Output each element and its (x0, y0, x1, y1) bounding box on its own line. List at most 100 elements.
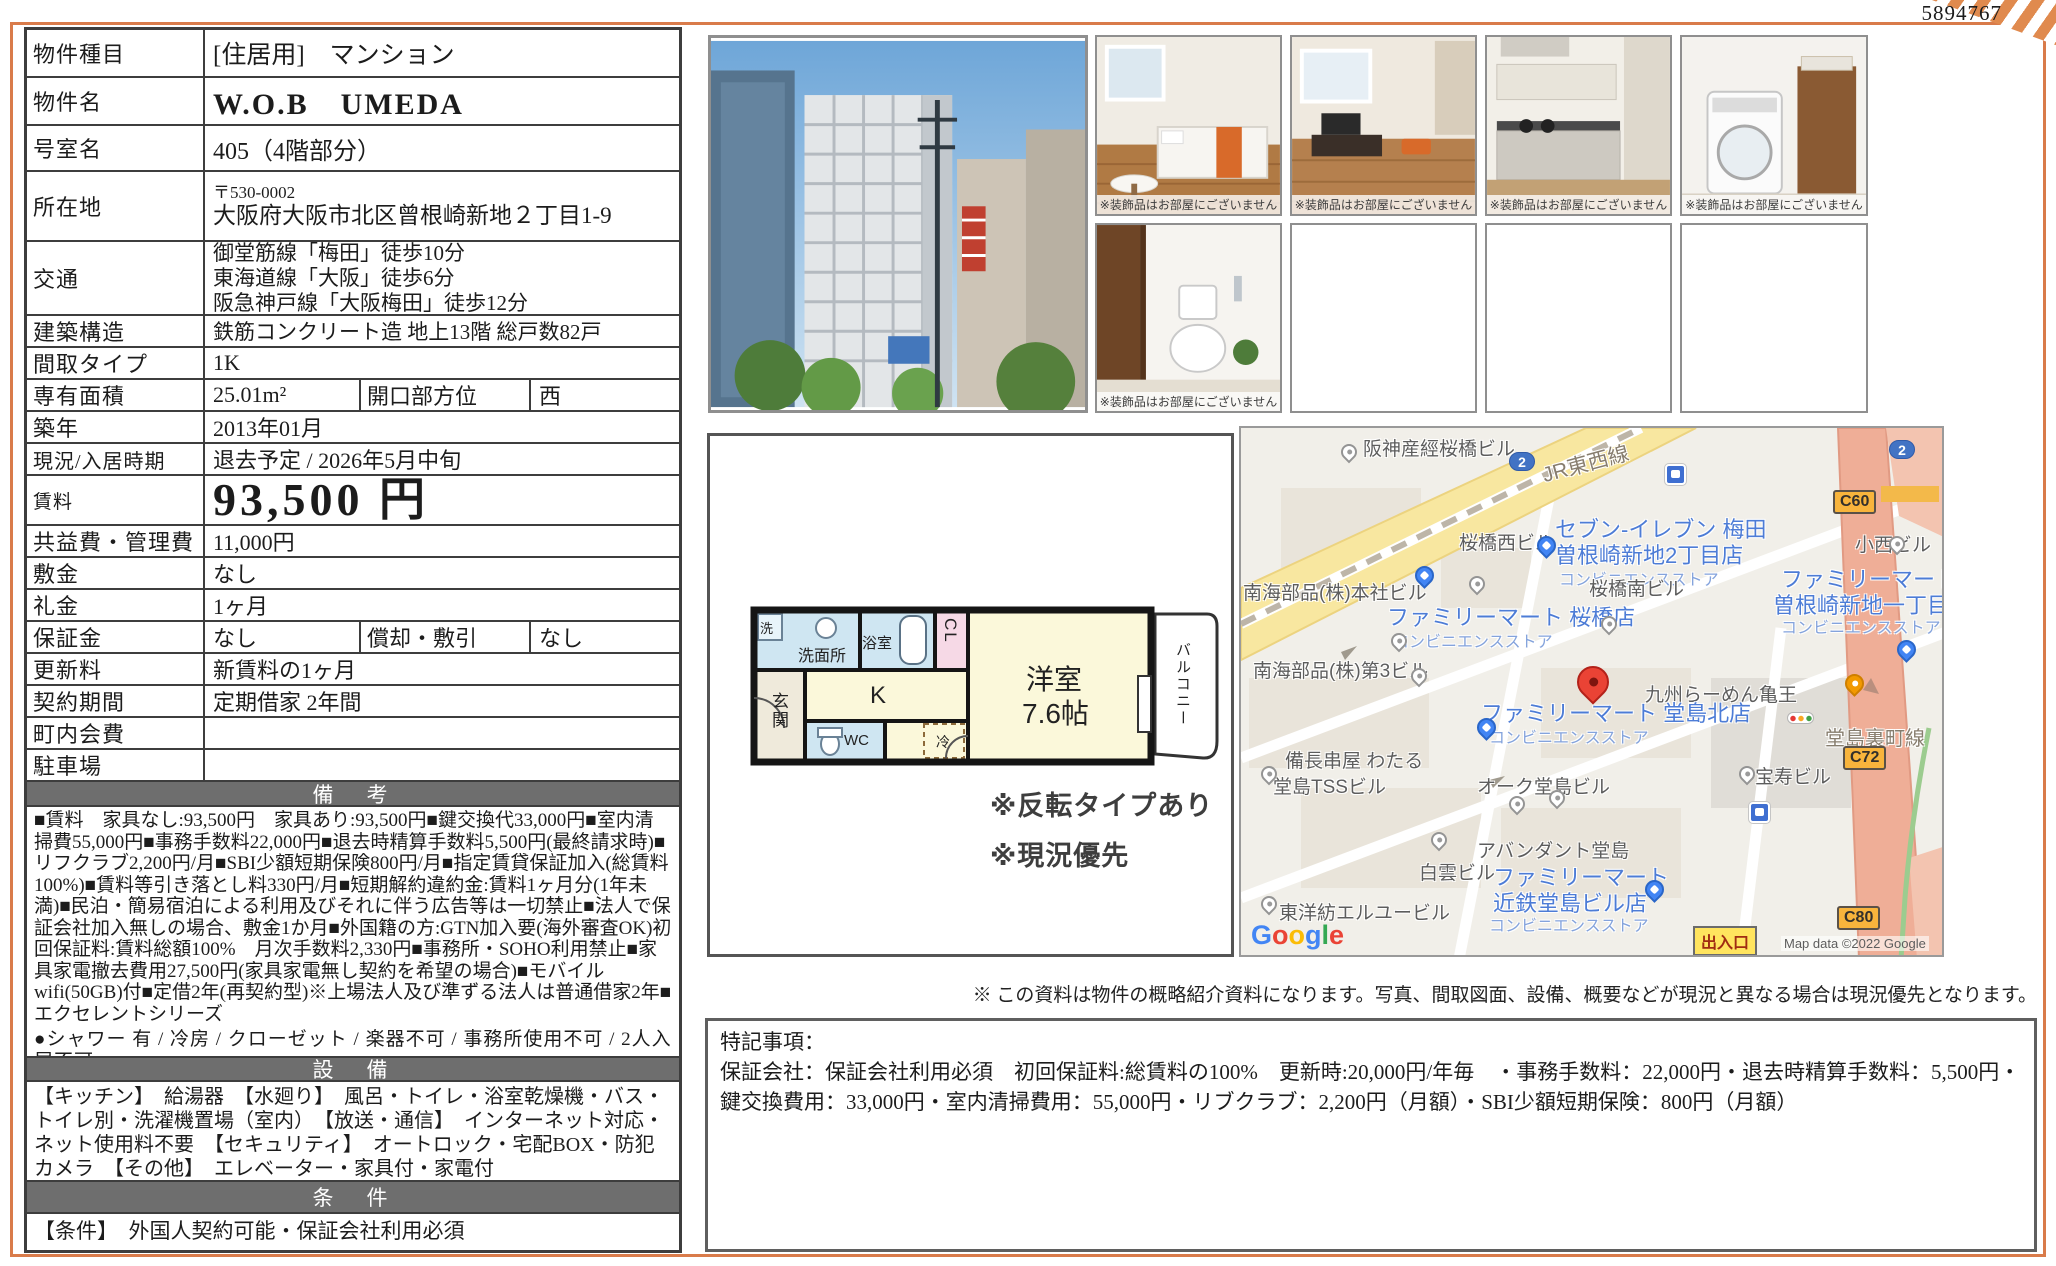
row-label: 物件名 (27, 78, 205, 124)
map-label: 阪神産經桜橋ビル (1363, 434, 1515, 461)
google-letter: o (1272, 920, 1289, 950)
map-pin-traffic-icon[interactable] (1787, 712, 1814, 724)
table-row: 号室名 405（4階部分） (27, 126, 679, 172)
transit-line: 御堂筋線「梅田」徒歩10分 (213, 241, 465, 266)
map-pin-gray-icon[interactable] (1466, 573, 1489, 596)
map-pin-gray-icon[interactable] (1428, 829, 1451, 852)
table-row: 契約期間 定期借家 2年間 (27, 686, 679, 718)
floorplan-note-reversed: ※反転タイプあり (990, 784, 1213, 823)
table-row: 保証金 なし 償却・敷引 なし (27, 622, 679, 654)
row-label: 交通 (27, 242, 205, 314)
row-label: 駐車場 (27, 750, 205, 780)
map-pin-station-icon[interactable] (1749, 802, 1770, 823)
map-label: アバンダント堂島 (1477, 836, 1629, 863)
transit-line: 阪急神戸線「大阪梅田」徒歩12分 (213, 291, 528, 316)
equipment-header: 設 備 (27, 1058, 679, 1082)
table-row: 交通 御堂筋線「梅田」徒歩10分 東海道線「大阪」徒歩6分 阪急神戸線「大阪梅田… (27, 242, 679, 316)
row-value (205, 750, 679, 780)
floorplan-washer-label: 洗 (760, 618, 773, 637)
map[interactable]: 阪神産經桜橋ビルJR東西線桜橋西ビル小西ビルセブン-イレブン 梅田曽根崎新地2丁… (1239, 426, 1944, 957)
special-notes-body: 保証会社：保証会社利用必須 初回保証料:総賃料の100% 更新時:20,000円… (720, 1060, 2020, 1114)
floorplan-bath-label: 浴室 (862, 632, 892, 653)
living-room-photo[interactable]: ※装飾品はお部屋にございません (1290, 35, 1477, 216)
map-label: コンビニエンスストア (1393, 628, 1553, 652)
photo-caption: ※装飾品はお部屋にございません (1097, 392, 1280, 411)
document-number: 5894767 (1922, 1, 2003, 26)
floorplan-note-current: ※現況優先 (990, 834, 1129, 873)
conditions-body: 【条件】 外国人契約可能・保証会社利用必須 (27, 1214, 679, 1250)
kitchen-illustration (1487, 37, 1670, 214)
property-table: 物件種目 [住居用] マンション 物件名 W.O.B UMEDA 号室名 405… (24, 27, 682, 1253)
row-label: 賃料 (27, 476, 205, 524)
property-flyer-page: 5894767 物件種目 [住居用] マンション 物件名 W.O.B UMEDA… (0, 0, 2056, 1266)
map-pin-gray-icon[interactable] (1258, 893, 1281, 916)
table-row: 現況/入居時期 退去予定 / 2026年5月中旬 (27, 444, 679, 476)
map-badge-route-blue: 2 (1509, 452, 1535, 471)
row-label: 所在地 (27, 172, 205, 240)
table-row: 敷金 なし (27, 558, 679, 590)
empty-photo-slot (1680, 223, 1868, 413)
row-value: 定期借家 2年間 (205, 686, 679, 716)
row-value: 11,000円 (205, 526, 679, 556)
bedroom-photo[interactable]: ※装飾品はお部屋にございません (1095, 35, 1282, 216)
map-label: 白雲ビル (1419, 858, 1495, 885)
google-letter: o (1289, 920, 1306, 950)
map-pin-orange-icon[interactable] (1841, 670, 1868, 697)
row-label: 開口部方位 (359, 380, 531, 410)
transit-line: 東海道線「大阪」徒歩6分 (213, 266, 455, 291)
google-letter: g (1305, 920, 1322, 950)
row-value: なし (205, 622, 359, 652)
row-label: 号室名 (27, 126, 205, 170)
map-attribution: Map data ©2022 Google (1781, 936, 1929, 951)
table-row: 間取タイプ 1K (27, 348, 679, 380)
table-row: 礼金 1ヶ月 (27, 590, 679, 622)
row-label: 間取タイプ (27, 348, 205, 378)
row-value: 退去予定 / 2026年5月中旬 (205, 444, 679, 474)
row-value: なし (205, 558, 679, 588)
floorplan-vanity-label: 洗面所 (798, 642, 846, 666)
floorplan-wc-label: WC (844, 732, 869, 749)
row-value: 西 (531, 380, 679, 410)
row-label: 契約期間 (27, 686, 205, 716)
map-overlay: 阪神産經桜橋ビルJR東西線桜橋西ビル小西ビルセブン-イレブン 梅田曽根崎新地2丁… (1241, 428, 1942, 955)
map-pin-gray-icon[interactable] (1338, 441, 1361, 464)
address: 大阪府大阪市北区曾根崎新地２丁目1-9 (213, 203, 612, 229)
google-letter: G (1251, 920, 1272, 950)
row-value: 御堂筋線「梅田」徒歩10分 東海道線「大阪」徒歩6分 阪急神戸線「大阪梅田」徒歩… (205, 242, 679, 314)
floorplan-balcony-label: バルコニー (1172, 642, 1193, 727)
conditions-header: 条 件 (27, 1182, 679, 1214)
toilet-photo[interactable]: ※装飾品はお部屋にございません (1095, 223, 1282, 413)
floor-plan[interactable]: 洗 洗面所 浴室 CL 玄関 K WC 冷 洋室 7.6帖 バルコニー ※反転タ… (707, 433, 1234, 957)
building-exterior-illustration (711, 38, 1085, 410)
special-notes-title: 特記事項： (720, 1027, 2022, 1057)
map-pin-blue-icon[interactable] (1893, 636, 1920, 663)
row-label: 町内会費 (27, 718, 205, 748)
row-label: 礼金 (27, 590, 205, 620)
kitchen-photo[interactable]: ※装飾品はお部屋にございません (1485, 35, 1672, 216)
table-row: 駐車場 (27, 750, 679, 782)
row-value: 405（4階部分） (205, 126, 679, 170)
toilet-illustration (1097, 225, 1280, 411)
row-value: 1ヶ月 (205, 590, 679, 620)
row-label: 共益費・管理費 (27, 526, 205, 556)
map-badge-route-orange: C80 (1837, 906, 1880, 930)
row-value (205, 718, 679, 748)
map-pin-station-icon[interactable] (1665, 464, 1686, 485)
living-room-illustration (1292, 37, 1475, 214)
table-row: 物件種目 [住居用] マンション (27, 30, 679, 78)
row-value: [住居用] マンション (205, 30, 679, 76)
table-row: 共益費・管理費 11,000円 (27, 526, 679, 558)
photo-caption: ※装飾品はお部屋にございません (1097, 195, 1280, 214)
floorplan-kitchen-label: K (870, 682, 886, 710)
building-exterior-photo[interactable] (708, 35, 1088, 413)
equipment-body: 【キッチン】 給湯器 【水廻り】 風呂・トイレ・浴室乾燥機・バス・トイレ別・洗濯… (27, 1082, 679, 1182)
map-label: 備長串屋 わたる (1285, 746, 1423, 773)
map-label: コンビニエンスストア (1489, 724, 1649, 748)
empty-photo-slot (1290, 223, 1477, 413)
laundry-photo[interactable]: ※装飾品はお部屋にございません (1680, 35, 1868, 216)
row-label: 償却・敷引 (359, 622, 531, 652)
rent-value: 93,500 円 (205, 476, 679, 524)
row-value: 1K (205, 348, 679, 378)
row-label: 専有面積 (27, 380, 205, 410)
map-label: コンビニエンスストア (1489, 912, 1649, 936)
